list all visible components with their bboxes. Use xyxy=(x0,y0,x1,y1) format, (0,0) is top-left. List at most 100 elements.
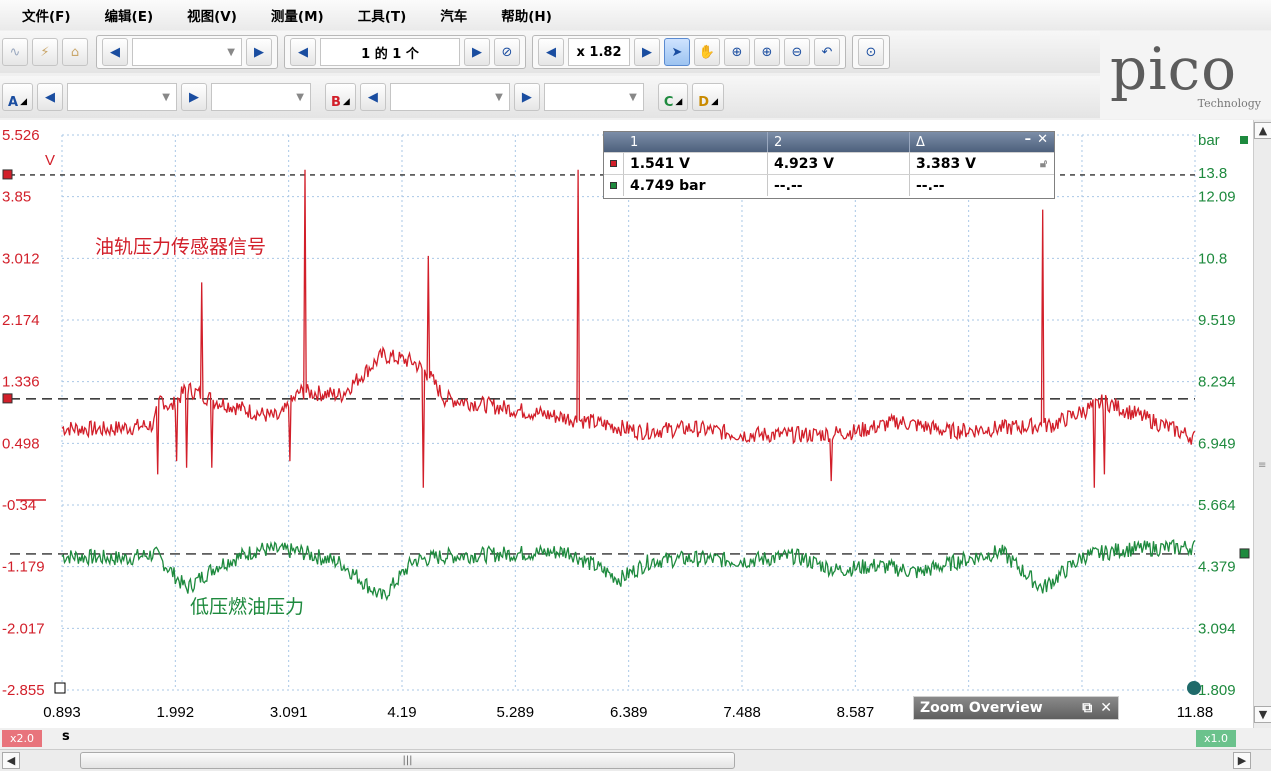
measurement-row-channel-c: 4.749 bar --.-- --.-- xyxy=(604,174,1054,196)
measurements-header: 1 2 Δ – ✕ xyxy=(604,132,1054,152)
left-tick-label: 0.498 xyxy=(2,435,40,452)
ruler-handle-2 xyxy=(2,393,13,404)
scroll-up-icon[interactable]: ▲ xyxy=(1254,122,1271,139)
channel-a-range-select[interactable]: ▼ xyxy=(66,83,177,111)
menu-item-1[interactable]: 编辑(E) xyxy=(105,5,154,25)
right-tick-label: 4.379 xyxy=(1198,559,1236,576)
row2-ruler1-value: 4.749 bar xyxy=(624,175,768,196)
right-tick-label: 13.8 xyxy=(1198,165,1227,182)
chevron-down-icon: ▼ xyxy=(296,91,304,103)
ruler-measurements-table[interactable]: 1 2 Δ – ✕ 1.541 V 4.923 V 3.383 V 🔓︎ 4.74… xyxy=(603,131,1055,199)
channel-b-range-select[interactable]: ▼ xyxy=(389,83,510,111)
left-tick-label: -2.855 xyxy=(2,682,45,699)
x-tick-label: 0.893 xyxy=(43,704,81,721)
menu-item-4[interactable]: 工具(T) xyxy=(358,5,407,25)
channel-d-button[interactable]: D ◢ xyxy=(692,83,725,111)
channel-a-next-icon[interactable]: ▶ xyxy=(180,83,207,111)
left-tick-label: 5.526 xyxy=(2,127,40,144)
right-tick-label: 1.809 xyxy=(1198,682,1236,699)
probe-group: ◀ ▼ ▶ xyxy=(96,35,278,69)
buffer-prev-button[interactable]: ◀ xyxy=(290,38,316,66)
zoom-out-icon[interactable]: ⊖ xyxy=(784,38,810,66)
channel-b-coupling-select[interactable]: ▼ xyxy=(543,83,644,111)
hand-icon[interactable]: ✋ xyxy=(694,38,720,66)
channel-a-coupling-select[interactable]: ▼ xyxy=(210,83,311,111)
green-marker-icon xyxy=(604,175,624,196)
channel-c-button[interactable]: C ◢ xyxy=(657,83,689,111)
channel-b-prev-icon[interactable]: ◀ xyxy=(359,83,386,111)
probe-select[interactable]: ▼ xyxy=(132,38,242,66)
zoom-prev-button[interactable]: ◀ xyxy=(538,38,564,66)
left-tick-label: 1.336 xyxy=(2,374,40,391)
logo-subtext: Technology xyxy=(1197,97,1261,110)
buffer-counter: 1 的 1 个 xyxy=(320,38,460,66)
x-tick-label: 11.88 xyxy=(1177,704,1213,721)
menu-item-5[interactable]: 汽车 xyxy=(440,5,467,25)
zoom-next-button[interactable]: ▶ xyxy=(634,38,660,66)
channel-toolbar: A ◢ ◀ ▼ ▶ ▼ B ◢ ◀ ▼ ▶ ▼ C ◢ D ◢ xyxy=(0,76,1100,118)
channel-b-label: B xyxy=(330,95,341,110)
scroll-thumb[interactable]: ||| xyxy=(80,752,735,769)
vertical-scrollbar[interactable]: ▲ ▼ ≡ xyxy=(1253,120,1271,728)
right-zoom-badge[interactable]: x1.0 xyxy=(1196,730,1236,747)
header-delta: Δ xyxy=(916,134,925,150)
close-icon[interactable]: ✕ xyxy=(1037,132,1048,152)
zoom-overview-title: Zoom Overview xyxy=(920,700,1043,716)
scroll-grip-icon: ||| xyxy=(402,755,413,766)
restore-icon[interactable]: ⧉ xyxy=(1082,700,1092,716)
prev-icon[interactable]: ◀ xyxy=(102,38,128,66)
scroll-left-icon[interactable]: ◀ xyxy=(2,752,20,769)
scope-view[interactable]: 5.526 3.85 3.012 2.174 1.336 0.498 -0.34 -1.179… xyxy=(0,120,1271,728)
channel-a-button[interactable]: A ◢ xyxy=(2,83,33,111)
home-icon[interactable]: ⌂ xyxy=(62,38,88,66)
scroll-right-icon[interactable]: ▶ xyxy=(1233,752,1251,769)
channel-b-button[interactable]: B ◢ xyxy=(324,83,356,111)
pico-logo: pico Technology xyxy=(1100,31,1271,119)
header-ruler-1: 1 xyxy=(604,132,768,152)
scroll-down-icon[interactable]: ▼ xyxy=(1254,706,1271,723)
chevron-down-icon: ▼ xyxy=(227,46,235,58)
zoom-overview-panel[interactable]: Zoom Overview ⧉ ✕ xyxy=(913,696,1119,720)
undo-zoom-icon[interactable]: ↶ xyxy=(814,38,840,66)
x-tick-label: 1.992 xyxy=(157,704,195,721)
channel-b-next-icon[interactable]: ▶ xyxy=(513,83,540,111)
right-tick-label: 6.949 xyxy=(1198,435,1236,452)
compass-icon[interactable]: ⊘ xyxy=(494,38,520,66)
pointer-icon[interactable]: ➤ xyxy=(664,38,690,66)
menu-item-3[interactable]: 测量(M) xyxy=(271,5,324,25)
minimize-icon[interactable]: – xyxy=(1025,132,1032,152)
horizontal-scrollbar[interactable]: ◀ ||| ▶ xyxy=(0,749,1271,771)
row1-delta-value: 3.383 V xyxy=(916,155,976,172)
ruler-handle-1 xyxy=(2,169,13,180)
next-icon[interactable]: ▶ xyxy=(246,38,272,66)
left-zoom-badge[interactable]: x2.0 xyxy=(2,730,42,747)
buffer-nav-group: ◀ 1 的 1 个 ▶ ⊘ xyxy=(284,35,526,69)
x-tick-label: 3.091 xyxy=(270,704,308,721)
buffer-next-button[interactable]: ▶ xyxy=(464,38,490,66)
lock-icon[interactable]: 🔓︎ xyxy=(1036,153,1047,174)
menu-item-0[interactable]: 文件(F) xyxy=(22,5,71,25)
chevron-down-icon: ▼ xyxy=(162,91,170,103)
zoom-in-icon[interactable]: ⊕ xyxy=(754,38,780,66)
menu-item-6[interactable]: 帮助(H) xyxy=(501,5,552,25)
menu-item-2[interactable]: 视图(V) xyxy=(187,5,237,25)
close-icon[interactable]: ✕ xyxy=(1100,700,1112,716)
origin-marker-right xyxy=(1187,681,1201,695)
left-tick-label: -2.017 xyxy=(2,620,45,637)
right-tick-label: 10.8 xyxy=(1198,250,1227,267)
left-tick-label: 3.012 xyxy=(2,250,40,267)
origin-marker-left xyxy=(54,682,66,694)
header-ruler-2: 2 xyxy=(768,132,910,152)
waveform-plot[interactable]: 5.5263.853.0122.1741.3360.498-0.34-1.179… xyxy=(0,120,1271,728)
menu-bar: 文件(F) 编辑(E) 视图(V) 测量(M) 工具(T) 汽车 帮助(H) xyxy=(0,0,1271,30)
zoom-in-region-icon[interactable]: ⊕ xyxy=(724,38,750,66)
chevron-down-icon: ▼ xyxy=(495,91,503,103)
right-tick-label: 3.094 xyxy=(1198,620,1236,637)
channel-a-prev-icon[interactable]: ◀ xyxy=(36,83,63,111)
left-unit-label: V xyxy=(45,152,55,169)
picoscope-window: { "menu": ["文件(F)", "编辑(E)", "视图(V)", "测… xyxy=(0,0,1271,771)
right-tick-label: 9.519 xyxy=(1198,312,1236,329)
scope-mode-icon[interactable]: ∿ xyxy=(2,38,28,66)
trigger-icon[interactable]: ⚡ xyxy=(32,38,58,66)
zoom-100-icon[interactable]: ⊙ xyxy=(858,38,884,66)
